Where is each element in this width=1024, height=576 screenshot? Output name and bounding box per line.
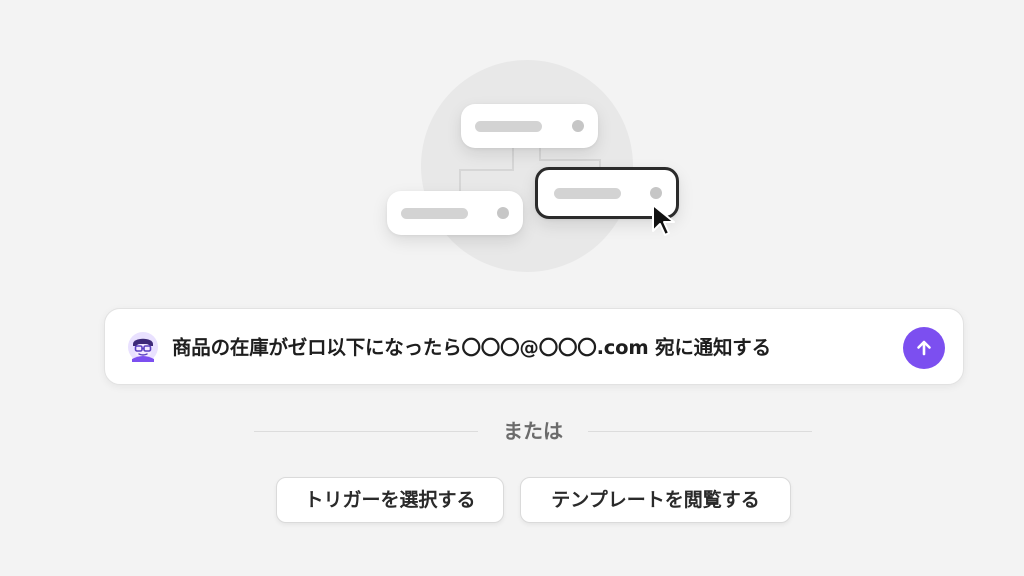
node-handle-dot [497,207,509,219]
node-label-placeholder [401,208,468,219]
workflow-illustration [0,0,1024,290]
node-label-placeholder [475,121,542,132]
browse-templates-button[interactable]: テンプレートを閲覧する [520,477,791,523]
robot-avatar-icon [128,332,158,362]
workflow-node-top [461,104,598,148]
or-divider-label: または [503,419,563,443]
select-trigger-button[interactable]: トリガーを選択する [276,477,504,523]
send-button[interactable] [903,327,945,369]
prompt-input-bar[interactable]: 商品の在庫がゼロ以下になったら〇〇〇@〇〇〇.com 宛に通知する [104,308,964,385]
divider-line-right [588,431,812,432]
node-handle-dot [572,120,584,132]
prompt-text[interactable]: 商品の在庫がゼロ以下になったら〇〇〇@〇〇〇.com 宛に通知する [172,309,771,386]
node-handle-dot [650,187,662,199]
workflow-node-left [387,191,523,235]
divider-line-left [254,431,478,432]
node-label-placeholder [554,188,621,199]
mouse-pointer-icon [652,204,675,236]
arrow-up-icon [917,340,931,356]
